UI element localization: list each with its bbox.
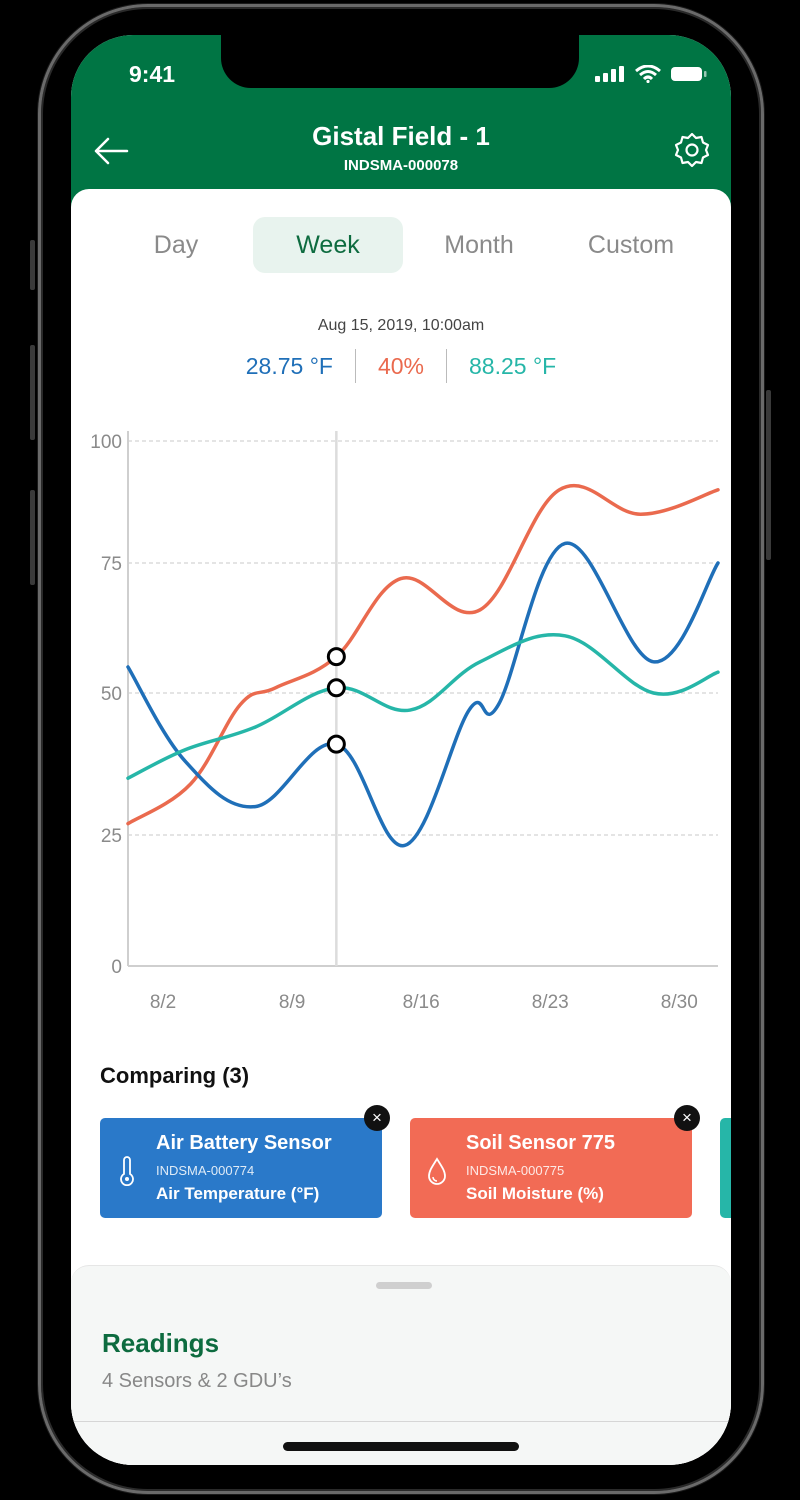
sensor-name: Soil Sensor 775 — [466, 1132, 615, 1154]
sensor-name: Air Battery Sensor — [156, 1132, 332, 1154]
remove-sensor-close-icon[interactable]: × — [674, 1105, 700, 1131]
readings-title: Readings — [102, 1328, 220, 1358]
power-button — [766, 390, 771, 560]
sensor-metric: Soil Moisture (%) — [466, 1184, 604, 1203]
water-drop-icon — [428, 1157, 446, 1185]
y-tick-label: 0 — [111, 957, 122, 978]
volume-up-button — [30, 345, 35, 440]
silent-switch — [30, 240, 35, 290]
series-line-soil-moisture — [126, 483, 720, 826]
remove-sensor-close-icon[interactable]: × — [364, 1105, 390, 1131]
cursor-marker — [326, 647, 346, 667]
sheet-divider — [71, 1421, 731, 1422]
sensor-id: INDSMA-000774 — [156, 1163, 255, 1178]
series-line-third-sensor — [126, 633, 720, 780]
sheet-drag-handle[interactable] — [376, 1282, 432, 1289]
readings-subtitle: 4 Sensors & 2 GDU’s — [102, 1370, 292, 1392]
sensor-card-soil-775[interactable]: Soil Sensor 775 INDSMA-000775 Soil Moist… — [410, 1105, 700, 1218]
screen: 9:41 Gistal Field - 1 INDSMA-000078 Day … — [71, 35, 731, 1465]
volume-down-button — [30, 490, 35, 585]
home-indicator[interactable] — [283, 1442, 519, 1451]
y-tick-label: 25 — [101, 826, 122, 847]
sensor-card-partial[interactable] — [720, 1118, 731, 1218]
x-tick-label: 8/30 — [661, 992, 698, 1013]
thermometer-icon — [120, 1156, 134, 1186]
x-tick-label: 8/9 — [279, 992, 305, 1013]
series-line-air-temperature — [126, 541, 720, 848]
x-tick-label: 8/2 — [150, 992, 176, 1013]
x-tick-label: 8/23 — [532, 992, 569, 1013]
sensor-line-chart[interactable]: 0 25 50 75 100 8/2 8/9 8/16 8/23 8/30 — [71, 35, 731, 1035]
y-tick-label: 50 — [101, 684, 122, 705]
comparing-heading: Comparing (3) — [100, 1063, 250, 1088]
sensor-metric: Air Temperature (°F) — [156, 1184, 320, 1203]
cursor-marker — [326, 734, 346, 754]
sensor-card-air-battery[interactable]: Air Battery Sensor INDSMA-000774 Air Tem… — [100, 1105, 390, 1218]
sensor-id: INDSMA-000775 — [466, 1163, 565, 1178]
x-tick-label: 8/16 — [403, 992, 440, 1013]
y-tick-label: 75 — [101, 554, 122, 575]
cursor-marker — [326, 678, 346, 698]
readings-bottom-sheet[interactable]: Readings 4 Sensors & 2 GDU’s — [71, 1265, 731, 1465]
y-tick-label: 100 — [90, 432, 122, 453]
